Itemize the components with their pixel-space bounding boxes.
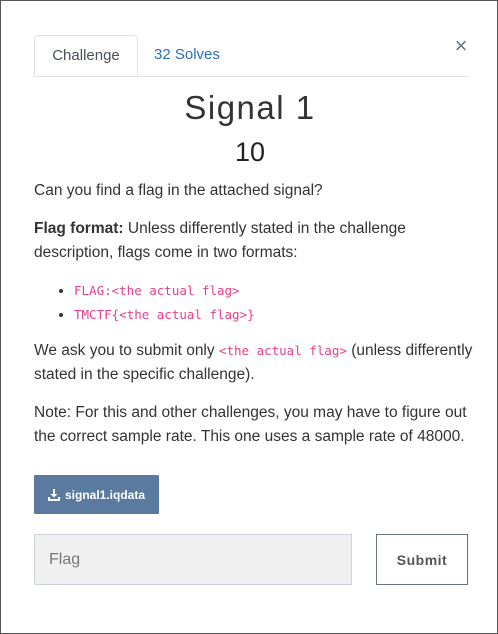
- flag-format-list: FLAG:<the actual flag> TMCTF{<the actual…: [34, 279, 474, 327]
- download-icon: [47, 488, 60, 501]
- sample-rate-note: Note: For this and other challenges, you…: [34, 404, 467, 445]
- challenge-description: Can you find a flag in the attached sign…: [34, 179, 474, 463]
- challenge-title: Signal 1: [184, 89, 316, 126]
- flag-format-code: FLAG:<the actual flag>: [74, 283, 240, 298]
- flag-input[interactable]: [34, 534, 352, 585]
- challenge-points: 10: [234, 137, 266, 167]
- list-item: TMCTF{<the actual flag>}: [74, 303, 474, 327]
- submit-code: <the actual flag>: [218, 343, 347, 358]
- flag-format-code: TMCTF{<the actual flag>}: [74, 307, 255, 322]
- flag-format-label: Flag format:: [34, 220, 124, 237]
- submit-instructions: We ask you to submit only <the actual fl…: [34, 339, 474, 387]
- tab-solves[interactable]: 32 Solves: [138, 35, 236, 75]
- download-file-button[interactable]: signal1.iqdata: [34, 475, 159, 514]
- submit-button[interactable]: Submit: [376, 534, 468, 585]
- description-intro: Can you find a flag in the attached sign…: [34, 182, 323, 199]
- close-icon[interactable]: ×: [452, 35, 470, 57]
- flag-format-paragraph: Flag format: Unless differently stated i…: [34, 217, 474, 265]
- list-item: FLAG:<the actual flag>: [74, 279, 474, 303]
- file-name: signal1.iqdata: [64, 487, 146, 502]
- tab-challenge[interactable]: Challenge: [34, 35, 138, 76]
- submit-prefix: We ask you to submit only: [34, 342, 215, 359]
- challenge-tabs: Challenge 32 Solves: [34, 35, 468, 77]
- challenge-modal: Challenge 32 Solves × Signal 1 10 Can yo…: [0, 0, 498, 634]
